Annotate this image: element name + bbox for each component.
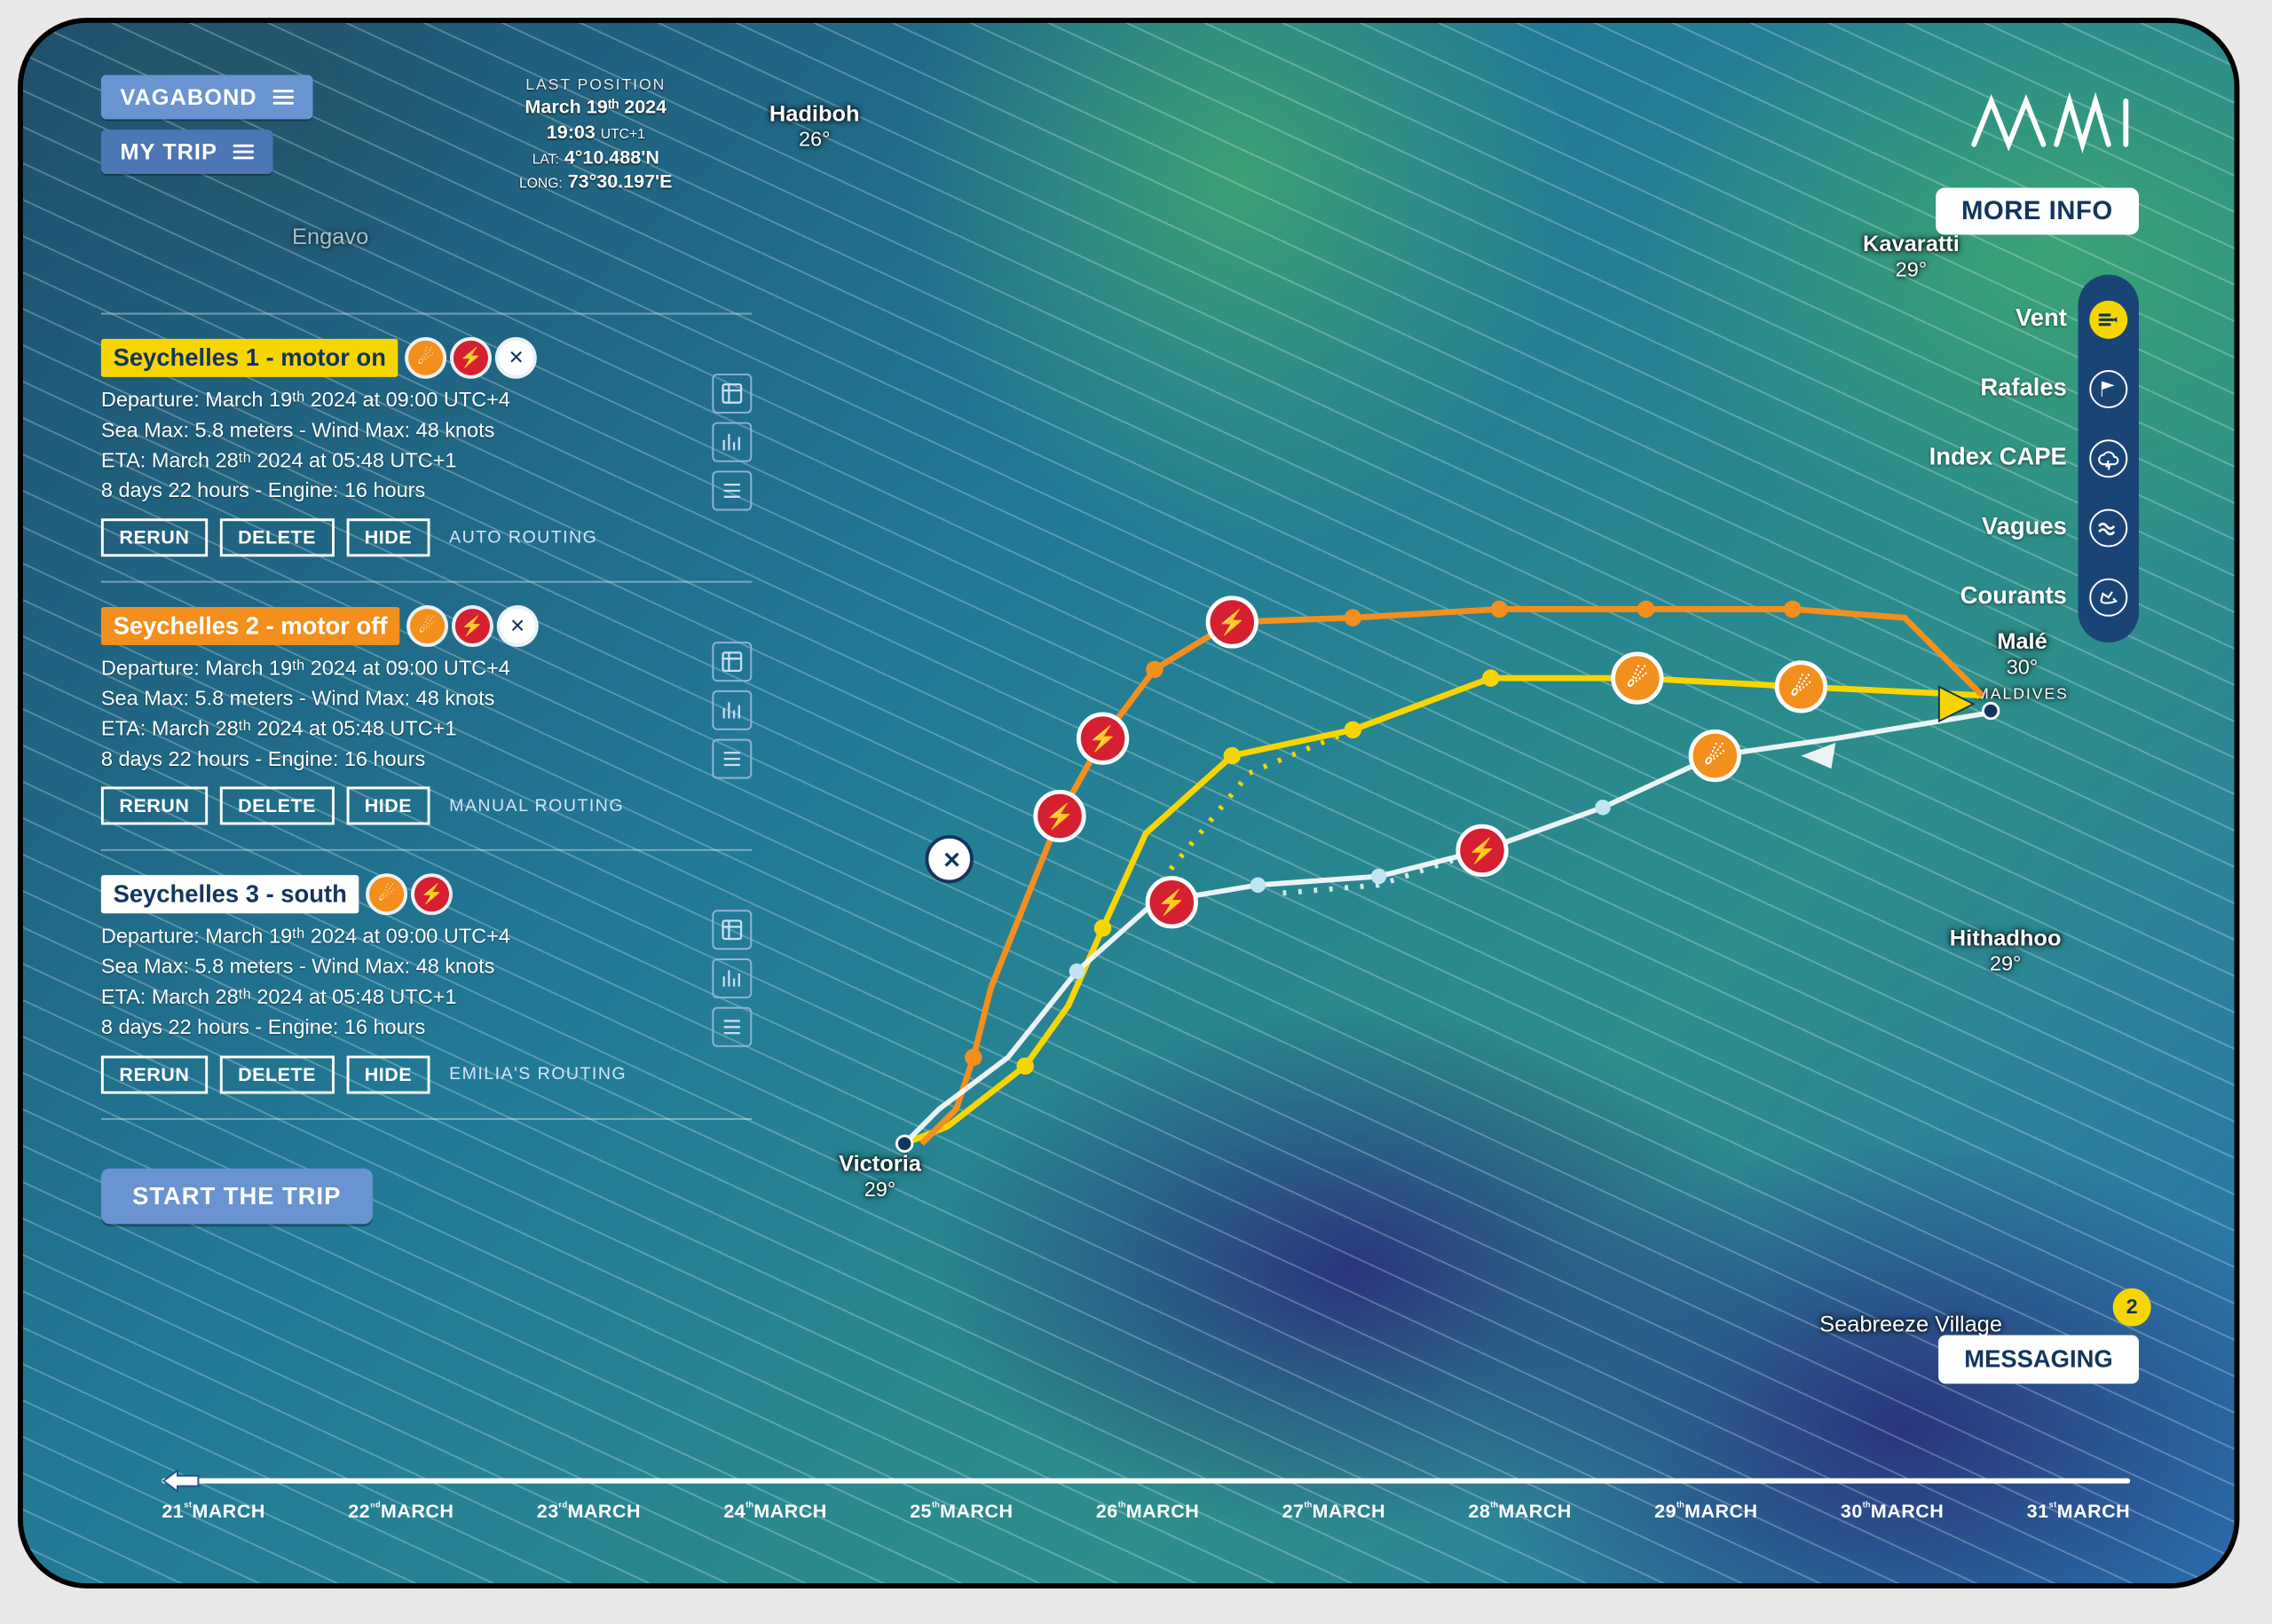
layer-label: Vagues bbox=[1982, 512, 2067, 540]
route-badge: ✕ bbox=[499, 341, 533, 375]
routing-note: MANUAL ROUTING bbox=[449, 796, 624, 816]
timeline-tick: 22ⁿᵈMARCH bbox=[348, 1499, 454, 1523]
layer-label: Courants bbox=[1960, 582, 2067, 610]
layer-toggle[interactable]: Vent bbox=[2089, 301, 2127, 339]
route-badge: ☄ bbox=[408, 341, 443, 375]
map-view-icon[interactable] bbox=[712, 374, 752, 414]
start-trip-button[interactable]: START THE TRIP bbox=[101, 1168, 373, 1224]
layer-label: Index CAPE bbox=[1929, 443, 2067, 470]
route-badge: ⚡ bbox=[454, 341, 488, 375]
route-details: Departure: March 19ᵗʰ 2024 at 09:00 UTC+… bbox=[101, 654, 691, 775]
layer-icon bbox=[2089, 439, 2127, 477]
timeline-tick: 25ᵗʰMARCH bbox=[910, 1499, 1013, 1523]
timeline-tick: 29ᵗʰMARCH bbox=[1654, 1499, 1757, 1523]
layer-toggle[interactable]: Courants bbox=[2089, 579, 2127, 617]
map-label-seabreeze: Seabreeze Village bbox=[1819, 1312, 2002, 1336]
delete-button[interactable]: DELETE bbox=[220, 1055, 335, 1093]
route-badge: ☄ bbox=[410, 609, 445, 643]
route-badge: ⚡ bbox=[455, 609, 490, 643]
timeline-tick: 30ᵗʰMARCH bbox=[1841, 1499, 1944, 1523]
trip-selector-label: MY TRIP bbox=[120, 138, 217, 165]
more-info-button[interactable]: MORE INFO bbox=[1936, 188, 2139, 235]
layer-icon bbox=[2089, 301, 2127, 339]
layer-label: Rafales bbox=[1980, 374, 2066, 401]
timeline-handle[interactable] bbox=[162, 1467, 200, 1494]
map-label-hadiboh: Hadiboh26° bbox=[769, 101, 860, 152]
boat-selector-button[interactable]: VAGABOND bbox=[101, 75, 312, 120]
hide-button[interactable]: HIDE bbox=[346, 787, 430, 825]
route-card: Seychelles 3 - south ☄ ⚡ Departure: March… bbox=[101, 876, 752, 1094]
layer-toolbar: Vent Rafales Index CAPE Vagues Courants bbox=[2079, 274, 2139, 643]
delete-button[interactable]: DELETE bbox=[220, 787, 335, 825]
app-frame: Hadiboh26° Kavaratti29° Malé30°MALDIVES … bbox=[18, 18, 2239, 1589]
chart-view-icon[interactable] bbox=[712, 422, 752, 462]
route-title[interactable]: Seychelles 1 - motor on bbox=[101, 339, 398, 377]
route-card: Seychelles 1 - motor on ☄ ⚡ ✕ Departure: M… bbox=[101, 339, 752, 557]
routing-note: AUTO ROUTING bbox=[449, 528, 597, 548]
list-view-icon[interactable] bbox=[712, 470, 752, 510]
menu-icon bbox=[233, 145, 254, 160]
messaging-badge: 2 bbox=[2113, 1289, 2151, 1327]
map-label-male: Malé30°MALDIVES bbox=[1976, 628, 2069, 704]
route-badge: ⚡ bbox=[414, 877, 449, 911]
layer-toggle[interactable]: Index CAPE bbox=[2089, 439, 2127, 477]
timeline-tick: 28ᵗʰMARCH bbox=[1468, 1499, 1571, 1523]
rerun-button[interactable]: RERUN bbox=[101, 1055, 208, 1093]
layer-toggle[interactable]: Rafales bbox=[2089, 370, 2127, 408]
route-details: Departure: March 19ᵗʰ 2024 at 09:00 UTC+… bbox=[101, 922, 691, 1043]
delete-button[interactable]: DELETE bbox=[220, 518, 335, 556]
timeline-tick: 31ˢᵗMARCH bbox=[2027, 1499, 2131, 1523]
boat-selector-label: VAGABOND bbox=[120, 83, 256, 110]
menu-icon bbox=[272, 90, 293, 105]
last-position-block: LAST POSITION March 19ᵗʰ 2024 19:03 UTC+… bbox=[457, 75, 735, 195]
rerun-button[interactable]: RERUN bbox=[101, 787, 208, 825]
layer-icon bbox=[2089, 370, 2127, 408]
timeline-tick: 24ᵗʰMARCH bbox=[723, 1499, 826, 1523]
map-view-icon[interactable] bbox=[712, 642, 752, 682]
hide-button[interactable]: HIDE bbox=[346, 518, 430, 556]
messaging-button[interactable]: MESSAGING bbox=[1938, 1335, 2139, 1384]
routing-note: EMILIA'S ROUTING bbox=[449, 1064, 627, 1084]
timeline-tick: 21ˢᵗMARCH bbox=[162, 1499, 265, 1523]
timeline-track[interactable] bbox=[162, 1478, 2130, 1483]
timeline[interactable]: 21ˢᵗMARCH 22ⁿᵈMARCH 23ʳᵈMARCH 24ᵗʰMARCH 25ᵗʰ… bbox=[162, 1478, 2130, 1522]
layer-toggle[interactable]: Vagues bbox=[2089, 508, 2127, 547]
chart-view-icon[interactable] bbox=[712, 958, 752, 998]
rerun-button[interactable]: RERUN bbox=[101, 518, 208, 556]
timeline-tick: 26ᵗʰMARCH bbox=[1096, 1499, 1199, 1523]
map-label-hithadhoo: Hithadhoo29° bbox=[1950, 926, 2062, 976]
timeline-tick: 23ʳᵈMARCH bbox=[537, 1499, 641, 1523]
layer-icon bbox=[2089, 508, 2127, 547]
layer-icon bbox=[2089, 579, 2127, 617]
route-details: Departure: March 19ᵗʰ 2024 at 09:00 UTC+… bbox=[101, 386, 691, 507]
trip-selector-button[interactable]: MY TRIP bbox=[101, 130, 273, 174]
layer-label: Vent bbox=[2016, 304, 2067, 332]
route-badge: ☄ bbox=[369, 877, 404, 911]
route-title[interactable]: Seychelles 2 - motor off bbox=[101, 607, 399, 645]
route-title[interactable]: Seychelles 3 - south bbox=[101, 876, 359, 914]
map-label-victoria: Victoria29° bbox=[839, 1151, 921, 1202]
sidebar: VAGABOND MY TRIP LAST POSITION March 19ᵗ… bbox=[101, 75, 752, 1224]
list-view-icon[interactable] bbox=[712, 739, 752, 779]
logo bbox=[1965, 92, 2139, 166]
timeline-ticks: 21ˢᵗMARCH 22ⁿᵈMARCH 23ʳᵈMARCH 24ᵗʰMARCH 25ᵗʰ… bbox=[162, 1499, 2130, 1523]
map-view-icon[interactable] bbox=[712, 911, 752, 950]
list-view-icon[interactable] bbox=[712, 1007, 752, 1047]
timeline-tick: 27ᵗʰMARCH bbox=[1282, 1499, 1385, 1523]
map-label-kavaratti: Kavaratti29° bbox=[1863, 232, 1960, 282]
route-badge: ✕ bbox=[501, 609, 535, 643]
route-card: Seychelles 2 - motor off ☄ ⚡ ✕ Departure: … bbox=[101, 607, 752, 825]
hide-button[interactable]: HIDE bbox=[346, 1055, 430, 1093]
chart-view-icon[interactable] bbox=[712, 690, 752, 730]
